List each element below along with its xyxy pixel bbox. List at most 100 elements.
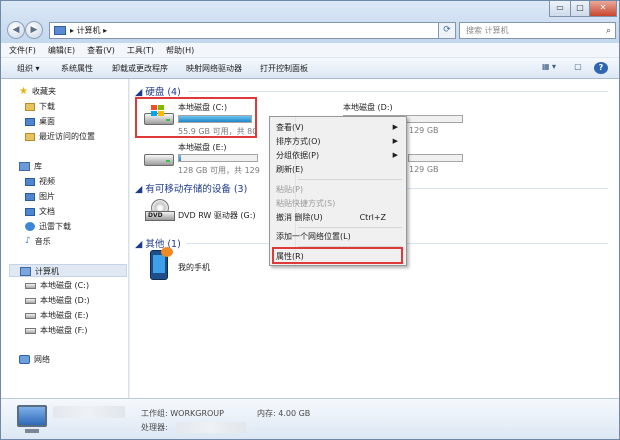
ctx-paste: 粘贴(P) — [276, 183, 402, 196]
drive-icon — [25, 312, 36, 319]
organize-button[interactable]: 组织 ▾ — [17, 63, 40, 74]
drive-e-name[interactable]: 本地磁盘 (E:) — [178, 142, 227, 153]
my-phone-name[interactable]: 我的手机 — [178, 262, 210, 273]
nav-documents-label: 文档 — [39, 207, 55, 216]
ctx-paste-shortcut-label: 粘贴快捷方式(S) — [276, 199, 336, 208]
back-button[interactable]: ◀ — [7, 21, 25, 39]
processor-text: 处理器: — [141, 423, 168, 432]
nav-recent[interactable]: 最近访问的位置 — [25, 130, 95, 143]
refresh-button[interactable]: ⟳ — [438, 22, 456, 39]
group-divider — [406, 188, 608, 189]
address-bar[interactable]: ▸ 计算机 ▸ ▼ — [49, 22, 454, 39]
dvd-drive-icon: DVD — [145, 199, 175, 223]
minimize-icon: ▭ — [556, 3, 564, 12]
system-properties-button[interactable]: 系统属性 — [61, 63, 93, 74]
search-icon[interactable]: ⌕ — [606, 24, 611, 39]
recent-places-icon — [25, 132, 35, 141]
nav-music[interactable]: ♪ 音乐 — [25, 235, 51, 248]
dvd-label: DVD — [148, 212, 163, 219]
ctx-undo-label: 撤消 删除(U) — [276, 213, 323, 222]
open-control-panel-button[interactable]: 打开控制面板 — [260, 63, 308, 74]
ctx-view-label: 查看(V) — [276, 123, 304, 132]
nav-network[interactable]: 网络 — [19, 353, 50, 366]
nav-drive-d[interactable]: 本地磁盘 (D:) — [25, 294, 90, 307]
group-header-hdd[interactable]: ◢ 硬盘 (4) — [135, 84, 181, 98]
drive-d-name[interactable]: 本地磁盘 (D:) — [343, 102, 393, 113]
address-arrow: ▸ — [70, 26, 75, 35]
nav-documents[interactable]: 文档 — [25, 205, 55, 218]
menu-tools[interactable]: 工具(T) — [119, 43, 158, 56]
ctx-sort-by[interactable]: 排序方式(O) ▶ — [276, 135, 402, 148]
map-network-drive-button[interactable]: 映射网络驱动器 — [186, 63, 242, 74]
menu-view[interactable]: 查看(V) — [79, 43, 119, 56]
drive-icon — [25, 297, 36, 304]
ctx-group-by[interactable]: 分组依据(P) ▶ — [276, 149, 402, 162]
collapse-icon: ◢ — [135, 239, 146, 250]
help-icon[interactable]: ? — [594, 62, 608, 74]
group-header-other[interactable]: ◢ 其他 (1) — [135, 236, 181, 250]
workgroup-text: 工作组: WORKGROUP — [141, 409, 224, 418]
menu-file[interactable]: 文件(F) — [1, 43, 40, 56]
dvd-drive-name[interactable]: DVD RW 驱动器 (G:) — [178, 210, 256, 221]
nav-drive-e[interactable]: 本地磁盘 (E:) — [25, 309, 89, 322]
computer-icon — [54, 26, 66, 35]
forward-button[interactable]: ▶ — [25, 21, 43, 39]
close-button[interactable]: ✕ — [589, 1, 617, 17]
video-icon — [25, 177, 35, 186]
documents-icon — [25, 207, 35, 216]
uninstall-program-button[interactable]: 卸载或更改程序 — [112, 63, 168, 74]
maximize-button[interactable]: □ — [570, 1, 590, 17]
drive-e-usage-bar — [178, 154, 258, 162]
thunder-icon — [25, 222, 35, 231]
ctx-refresh[interactable]: 刷新(E) — [276, 163, 402, 176]
menu-separator — [298, 227, 402, 228]
ctx-add-network-location[interactable]: 添加一个网络位置(L) — [276, 230, 402, 243]
command-bar: 组织 ▾ 系统属性 卸载或更改程序 映射网络驱动器 打开控制面板 ▦ ▾ ▢ ? — [1, 58, 619, 79]
preview-pane-icon[interactable]: ▢ — [571, 62, 585, 74]
nav-downloads-label: 下载 — [39, 102, 55, 111]
ctx-view[interactable]: 查看(V) ▶ — [276, 121, 402, 134]
nav-thunder-downloads[interactable]: 迅雷下载 — [25, 220, 71, 233]
drive-e-icon — [144, 146, 174, 168]
menu-separator — [298, 179, 402, 180]
drive-c-highlight — [135, 97, 257, 138]
pictures-icon — [25, 192, 35, 201]
nav-downloads[interactable]: 下载 — [25, 100, 55, 113]
minimize-button[interactable]: ▭ — [549, 1, 571, 17]
ctx-add-network-label: 添加一个网络位置(L) — [276, 232, 351, 241]
blurred-computer-name — [53, 406, 125, 418]
ctx-refresh-label: 刷新(E) — [276, 165, 304, 174]
nav-videos[interactable]: 视频 — [25, 175, 55, 188]
nav-desktop[interactable]: 桌面 — [25, 115, 55, 128]
group-divider — [188, 91, 608, 92]
nav-computer[interactable]: 计算机 — [9, 264, 127, 277]
nav-libraries[interactable]: 库 — [19, 160, 42, 173]
menu-help[interactable]: 帮助(H) — [158, 43, 198, 56]
star-icon: ★ — [19, 86, 28, 97]
music-icon: ♪ — [25, 236, 31, 246]
memory-text: 内存: 4.00 GB — [257, 409, 311, 418]
desktop-icon — [25, 117, 35, 126]
details-pane: 工作组: WORKGROUP 内存: 4.00 GB 处理器: — [1, 398, 619, 439]
computer-monitor-icon — [17, 405, 47, 427]
group-removable-label: 有可移动存储的设备 (3) — [145, 184, 248, 195]
nav-libraries-label: 库 — [34, 162, 42, 171]
group-header-removable[interactable]: ◢ 有可移动存储的设备 (3) — [135, 181, 247, 195]
menu-bar: 文件(F) 编辑(E) 查看(V) 工具(T) 帮助(H) — [1, 43, 619, 58]
nav-favorites[interactable]: ★ 收藏夹 — [19, 85, 56, 98]
nav-drive-c[interactable]: 本地磁盘 (C:) — [25, 279, 89, 292]
folder-icon — [25, 102, 35, 111]
view-options-icon[interactable]: ▦ ▾ — [537, 62, 561, 74]
ctx-undo-delete[interactable]: 撤消 删除(U) Ctrl+Z — [276, 211, 402, 224]
maximize-icon: □ — [576, 3, 584, 12]
nav-drive-f-label: 本地磁盘 (F:) — [40, 326, 88, 335]
nav-drive-f[interactable]: 本地磁盘 (F:) — [25, 324, 87, 337]
nav-drive-e-label: 本地磁盘 (E:) — [40, 311, 89, 320]
menu-edit[interactable]: 编辑(E) — [40, 43, 79, 56]
search-input[interactable]: 搜索 计算机 ⌕ — [459, 22, 616, 39]
drive-e-size: 128 GB 可用，共 129 — [178, 166, 260, 175]
nav-music-label: 音乐 — [34, 237, 51, 246]
ctx-group-label: 分组依据(P) — [276, 151, 320, 160]
nav-pictures[interactable]: 图片 — [25, 190, 55, 203]
drive-icon — [25, 327, 36, 334]
